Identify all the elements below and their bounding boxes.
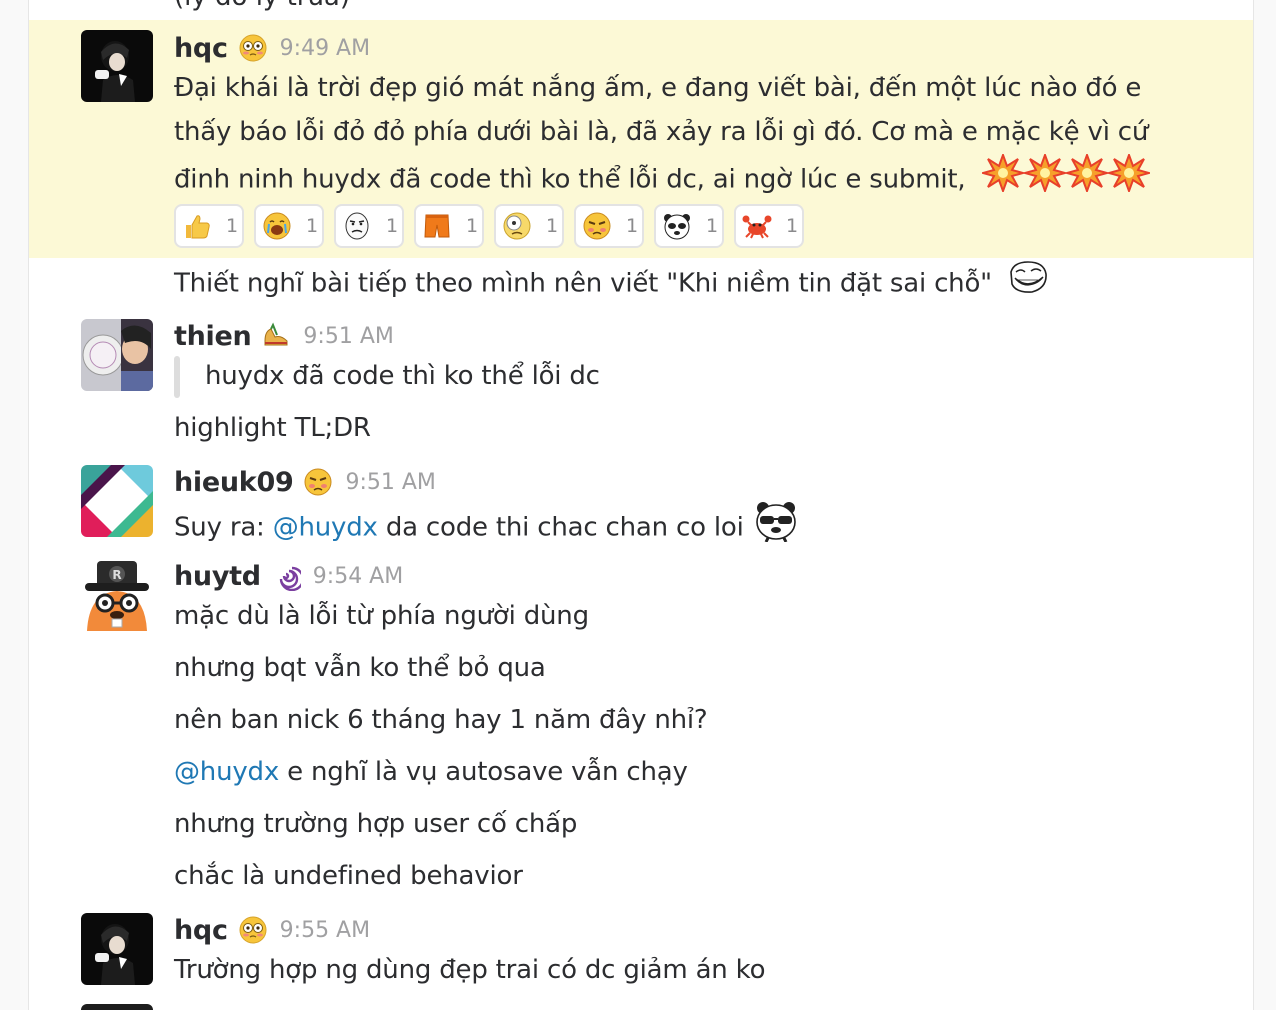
reaction-dizzy-face[interactable]: 1	[494, 204, 564, 248]
message-text: e nghĩ là vụ autosave vẫn chạy	[287, 757, 688, 787]
author-name[interactable]: hqc	[174, 915, 228, 946]
shoe-icon	[261, 321, 291, 351]
reaction-thumbs-up[interactable]: 1	[174, 204, 244, 248]
timestamp[interactable]: 9:51 AM	[303, 324, 393, 349]
author-name[interactable]: hieuk09	[174, 467, 294, 498]
swirl-icon	[271, 561, 304, 592]
message-text: Thiết nghĩ bài tiếp theo mình nên viết "…	[174, 268, 992, 299]
message-line: mặc dù là lỗi từ phía người dùng	[174, 601, 589, 631]
timestamp[interactable]: 9:55 AM	[280, 918, 370, 943]
dizzy-face-icon	[502, 211, 532, 241]
avatar-next[interactable]	[81, 1004, 153, 1010]
author-name[interactable]: thien	[174, 321, 252, 352]
message-panel: (lý do lý trưa) hqc 9:49 AM Đại khái là …	[28, 0, 1254, 1010]
reaction-angry-face[interactable]: 1	[574, 204, 644, 248]
message-header: huytd 9:54 AM	[174, 556, 403, 596]
angry-face-icon	[582, 211, 612, 241]
message-text: da code thi chac chan co loi	[385, 512, 744, 543]
message-text: Suy ra:	[174, 512, 265, 543]
explosion-icon	[1062, 152, 1111, 206]
angry-face-icon	[303, 467, 333, 497]
message-header: thien 9:51 AM	[174, 316, 394, 356]
avatar-hqc[interactable]	[81, 913, 153, 985]
message-line: đinh ninh huydx đã code thì ko thể lỗi d…	[174, 152, 1153, 206]
avatar-thien[interactable]	[81, 319, 153, 391]
flushed-face-icon	[238, 915, 268, 945]
explosion-icon	[1104, 152, 1153, 206]
reaction-crying-face[interactable]: 1	[254, 204, 324, 248]
troll-face-icon	[1008, 260, 1048, 308]
message-line: Trường hợp ng dùng đẹp trai có dc giảm á…	[174, 955, 766, 985]
shorts-icon	[422, 211, 452, 241]
panda-sunglasses-icon	[754, 500, 798, 556]
message-line: nhưng bqt vẫn ko thể bỏ qua	[174, 653, 546, 683]
message-line: nhưng trường hợp user cố chấp	[174, 809, 578, 839]
message-text: đinh ninh huydx đã code thì ko thể lỗi d…	[174, 164, 966, 195]
message-line: thấy báo lỗi đỏ đỏ phía dưới bài là, đã …	[174, 117, 1149, 147]
panda-icon	[662, 211, 692, 241]
flushed-face-icon	[238, 33, 268, 63]
avatar-hqc[interactable]	[81, 30, 153, 102]
quote-bar	[174, 356, 180, 398]
message-line: Thiết nghĩ bài tiếp theo mình nên viết "…	[174, 260, 1048, 308]
avatar-huytd[interactable]: R	[81, 559, 153, 631]
crying-face-icon	[262, 211, 292, 241]
message-line: highlight TL;DR	[174, 413, 371, 443]
author-name[interactable]: huytd	[174, 561, 261, 592]
message-line: nên ban nick 6 tháng hay 1 năm đây nhỉ?	[174, 705, 708, 735]
thumbs-up-icon	[182, 211, 212, 241]
quoted-text: huydx đã code thì ko thể lỗi dc	[205, 361, 600, 391]
reaction-meme-face[interactable]: 1	[334, 204, 404, 248]
user-mention[interactable]: @huydx	[174, 757, 279, 787]
explosion-icon	[1020, 152, 1069, 206]
user-mention[interactable]: @huydx	[273, 513, 378, 543]
previous-message-text: (lý do lý trưa)	[174, 0, 350, 12]
avatar-hieuk09[interactable]	[81, 465, 153, 537]
timestamp[interactable]: 9:49 AM	[280, 36, 370, 61]
author-name[interactable]: hqc	[174, 33, 228, 64]
svg-text:R: R	[112, 568, 121, 582]
message-line: chắc là undefined behavior	[174, 861, 523, 891]
crab-icon	[742, 211, 772, 241]
message-header: hqc 9:49 AM	[174, 28, 370, 68]
meme-face-icon	[342, 211, 372, 241]
message-header: hieuk09 9:51 AM	[174, 462, 436, 502]
reaction-shorts[interactable]: 1	[414, 204, 484, 248]
timestamp[interactable]: 9:51 AM	[345, 470, 435, 495]
timestamp[interactable]: 9:54 AM	[313, 564, 403, 589]
message-header: hqc 9:55 AM	[174, 910, 370, 950]
message-line: @huydx e nghĩ là vụ autosave vẫn chạy	[174, 750, 688, 794]
reaction-panda[interactable]: 1	[654, 204, 724, 248]
explosion-icon	[978, 152, 1027, 206]
message-line: Đại khái là trời đẹp gió mát nắng ấm, e …	[174, 73, 1142, 103]
message-line: Suy ra: @huydx da code thi chac chan co …	[174, 500, 798, 556]
reaction-crab[interactable]: 1	[734, 204, 804, 248]
